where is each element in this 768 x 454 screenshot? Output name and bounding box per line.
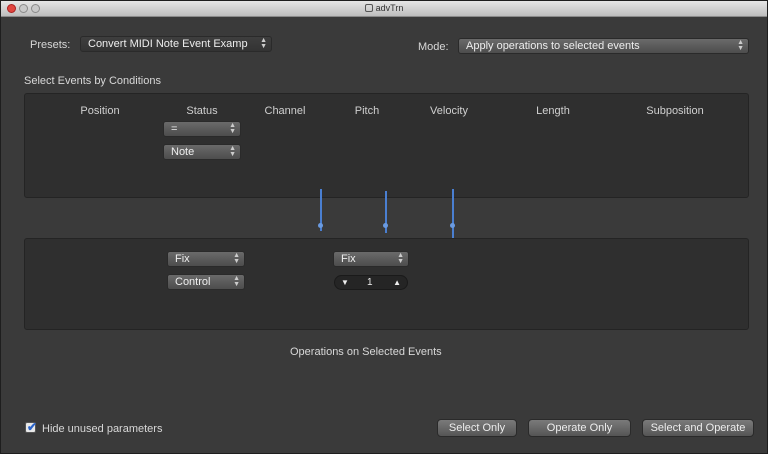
connector-velocity-dot [450,223,455,228]
column-velocity: Velocity [430,105,468,117]
status-operation-popup[interactable]: Fix ▲ ▼ [167,251,245,267]
connector-status-dot [318,223,323,228]
document-icon [364,4,373,12]
mode-value: Apply operations to selected events [466,40,640,52]
select-only-button[interactable]: Select Only [437,419,517,437]
popup-arrows-icon: ▲ ▼ [229,145,236,158]
presets-popup[interactable]: Convert MIDI Note Event Examp ▲ ▼ [80,36,272,52]
column-position: Position [80,105,120,117]
status-value-popup[interactable]: Note ▲ ▼ [163,144,241,160]
popup-arrows-icon: ▲ ▼ [737,39,744,52]
select-and-operate-button[interactable]: Select and Operate [642,419,754,437]
column-length: Length [536,105,570,117]
popup-arrows-icon: ▲ ▼ [397,252,404,265]
transform-window: advTrn Presets: Convert MIDI Note Event … [0,0,768,454]
connector-pitch-dot [383,223,388,228]
mode-label: Mode: [418,41,449,53]
popup-arrows-icon: ▲ ▼ [229,122,236,135]
status-value-text: Note [171,146,195,158]
column-status: Status [186,105,218,117]
title-bar[interactable]: advTrn [1,1,767,17]
operations-title: Operations on Selected Events [290,346,442,358]
popup-arrows-icon: ▲ ▼ [233,252,240,265]
increment-icon[interactable]: ▲ [393,278,401,287]
pitch-value: 1 [367,277,373,288]
popup-arrows-icon: ▲ ▼ [260,37,267,50]
column-subposition: Subposition [646,105,704,117]
presets-value: Convert MIDI Note Event Examp [88,38,248,50]
decrement-icon[interactable]: ▼ [341,278,349,287]
window-title: advTrn [1,3,767,13]
status-operation-value-text: Control [175,276,211,288]
hide-unused-label: Hide unused parameters [42,423,163,435]
checkmark-icon: ✔ [27,420,38,434]
status-operation-value: Fix [175,253,190,265]
section-title: Select Events by Conditions [24,75,161,87]
pitch-value-stepper[interactable]: ▼ 1 ▲ [334,275,408,290]
connector-velocity [452,189,454,244]
column-pitch: Pitch [354,105,380,117]
window-title-text: advTrn [375,3,404,13]
pitch-operation-popup[interactable]: Fix ▲ ▼ [333,251,409,267]
popup-arrows-icon: ▲ ▼ [233,275,240,288]
column-channel: Channel [264,105,306,117]
hide-unused-checkbox[interactable]: ✔ [25,420,38,434]
pitch-operation-value: Fix [341,253,356,265]
status-operation-value-popup[interactable]: Control ▲ ▼ [167,274,245,290]
operate-only-button[interactable]: Operate Only [528,419,631,437]
mode-popup[interactable]: Apply operations to selected events ▲ ▼ [458,38,749,54]
status-operator-value: = [171,123,178,135]
presets-label: Presets: [30,39,71,51]
status-operator-popup[interactable]: = ▲ ▼ [163,121,241,137]
